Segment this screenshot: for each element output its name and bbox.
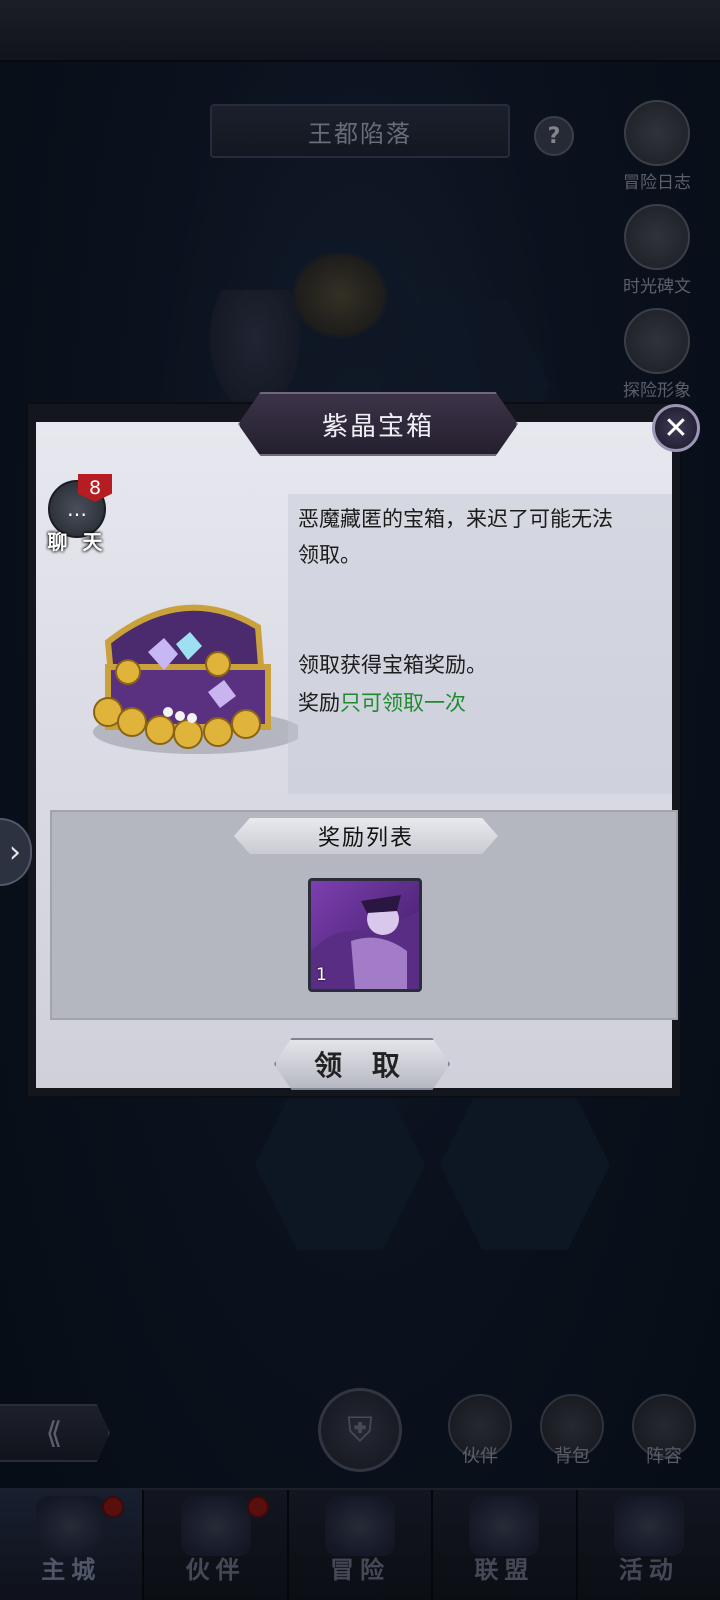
reward-item-card[interactable]: 1 bbox=[308, 878, 422, 992]
one-time-claim-notice: 只可领取一次 bbox=[340, 691, 466, 715]
close-icon: ✕ bbox=[663, 410, 689, 446]
chat-label: 聊 天 bbox=[47, 530, 107, 554]
reward-list-header: 奖励列表 bbox=[234, 818, 498, 854]
description-line-3: 领取获得宝箱奖励。 bbox=[298, 653, 487, 677]
amethyst-chest-icon bbox=[93, 604, 298, 754]
chevron-right-icon: › bbox=[9, 834, 21, 870]
chest-dialog: 恶魔藏匿的宝箱，来迟了可能无法 领取。 领取获得宝箱奖励。 奖励只可领取一次 奖… bbox=[26, 392, 682, 1098]
chat-button[interactable]: … 聊 天 8 bbox=[44, 474, 112, 554]
claim-button[interactable]: 领 取 bbox=[274, 1038, 450, 1090]
reward-quantity: 1 bbox=[316, 965, 327, 985]
dialog-body: 恶魔藏匿的宝箱，来迟了可能无法 领取。 领取获得宝箱奖励。 奖励只可领取一次 奖… bbox=[36, 422, 678, 1090]
dialog-title: 紫晶宝箱 bbox=[238, 392, 518, 456]
description-line-4: 奖励只可领取一次 bbox=[298, 688, 466, 718]
character-portrait-icon bbox=[311, 895, 419, 989]
description-panel: 恶魔藏匿的宝箱，来迟了可能无法 领取。 领取获得宝箱奖励。 奖励只可领取一次 bbox=[288, 494, 672, 794]
description-line-1: 恶魔藏匿的宝箱，来迟了可能无法 bbox=[298, 507, 613, 531]
reward-prefix: 奖励 bbox=[298, 691, 340, 715]
close-button[interactable]: ✕ bbox=[652, 404, 700, 452]
reward-panel: 奖励列表 1 bbox=[50, 810, 678, 1020]
description-line-2: 领取。 bbox=[298, 543, 361, 567]
